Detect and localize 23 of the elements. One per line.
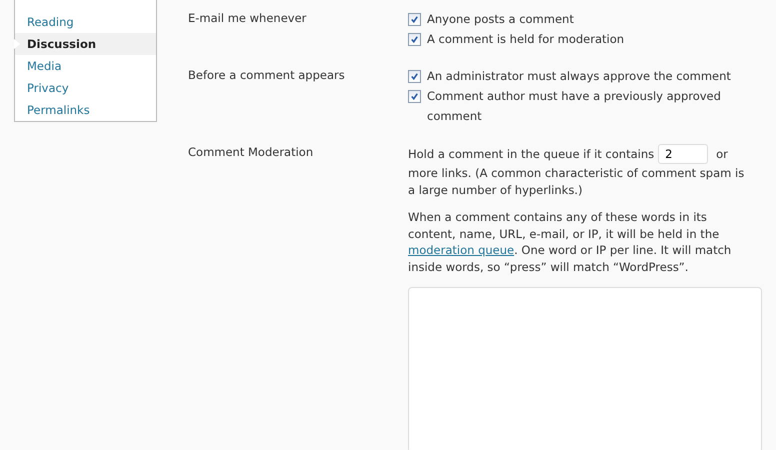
- option-label: A comment is held for moderation: [427, 31, 624, 48]
- description-text: more links. (A common characteristic of comment spam is a large number of hyperlinks.): [408, 165, 746, 198]
- description-text: When a comment contains any of these words in its content, name, URL, e-mail, or IP, it will be held in the moderation queue. One word or IP per line. It will match inside words, so “press” will match “WordPress”.: [408, 209, 732, 275]
- setting-label: Before a comment appears: [188, 67, 346, 84]
- moderation-queue-link[interactable]: moderation queue: [408, 243, 514, 257]
- checkbox[interactable]: [408, 33, 421, 46]
- checkbox[interactable]: [408, 70, 421, 83]
- checkbox[interactable]: [408, 90, 421, 103]
- option-label: Anyone posts a comment: [427, 11, 574, 28]
- option-label: An administrator must always approve the comment: [427, 68, 731, 85]
- links-count-field[interactable]: 2: [658, 144, 708, 164]
- description-text: Hold a comment in the queue if it contains: [408, 147, 654, 161]
- setting-label: Comment Moderation: [188, 144, 314, 161]
- menu-item[interactable]: Media: [15, 55, 156, 77]
- description-text: or: [716, 147, 728, 161]
- moderation-keys-field[interactable]: [408, 287, 762, 450]
- menu-item[interactable]: Permalinks: [15, 99, 156, 121]
- menu-item[interactable]: Discussion: [15, 33, 156, 55]
- menu-item[interactable]: Reading: [15, 11, 156, 33]
- checkbox[interactable]: [408, 13, 421, 26]
- setting-label: E-mail me whenever: [188, 10, 308, 27]
- option-label: Comment author must have a previously approved comment: [427, 88, 722, 125]
- menu-item[interactable]: Privacy: [15, 77, 156, 99]
